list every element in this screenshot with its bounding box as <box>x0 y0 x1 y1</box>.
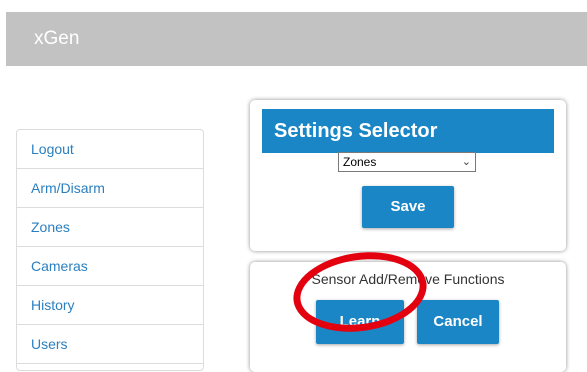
select-value: Zones <box>343 155 377 169</box>
app-header: xGen <box>6 12 587 66</box>
sidebar-item-cameras[interactable]: Cameras <box>17 247 203 286</box>
sidebar-nav: Logout Arm/Disarm Zones Cameras History … <box>16 129 204 371</box>
brand-name: xGen <box>34 28 80 49</box>
sidebar-item-zones[interactable]: Zones <box>17 208 203 247</box>
chevron-down-icon: ⌄ <box>461 156 471 168</box>
settings-selector-panel: Settings Selector Zones ⌄ Save <box>250 100 566 251</box>
panel-title: Settings Selector <box>262 109 554 153</box>
cancel-button[interactable]: Cancel <box>417 300 499 344</box>
save-button[interactable]: Save <box>362 186 454 228</box>
sidebar-item-users[interactable]: Users <box>17 325 203 364</box>
sidebar-item-arm-disarm[interactable]: Arm/Disarm <box>17 169 203 208</box>
settings-select[interactable]: Zones ⌄ <box>338 152 476 172</box>
sidebar-item-history[interactable]: History <box>17 286 203 325</box>
sidebar-item-logout[interactable]: Logout <box>17 130 203 169</box>
